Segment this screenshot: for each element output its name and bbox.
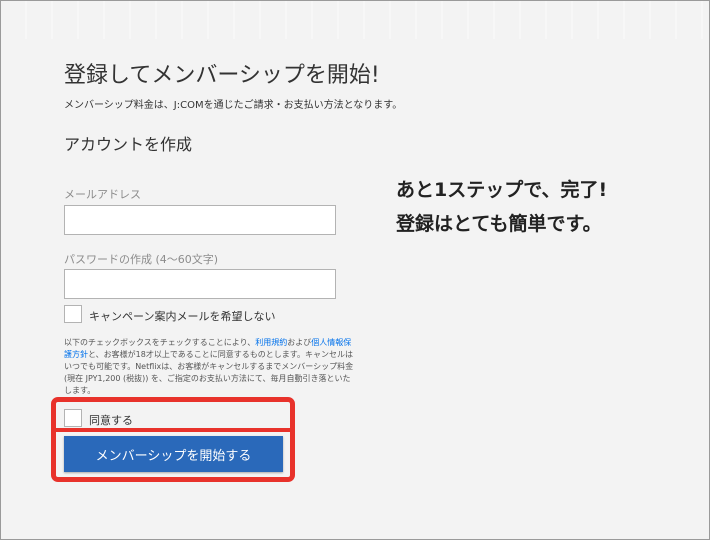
header-band [1,1,709,39]
agree-checkbox[interactable] [64,409,82,427]
campaign-optout-checkbox[interactable] [64,305,82,323]
password-label: パスワードの作成 (4〜60文字) [64,253,219,266]
legal-text-part: と、お客様が18才以上であることに同意するものとします。キャンセルはいつでも可能… [64,350,354,395]
terms-link[interactable]: 利用規約 [255,338,287,347]
section-title: アカウントを作成 [64,135,193,154]
callout-line: 登録はとても簡単です。 [396,213,602,235]
legal-text-part: 以下のチェックボックスをチェックすることにより、 [64,338,256,347]
start-membership-button[interactable]: メンバーシップを開始する [64,436,283,472]
page-title: 登録してメンバーシップを開始! [64,63,380,88]
agree-label: 同意する [89,414,133,427]
screenshot-frame: 登録してメンバーシップを開始! メンバーシップ料金は、J:COMを通じたご請求・… [0,0,710,540]
password-field[interactable] [64,269,336,299]
page-subtitle: メンバーシップ料金は、J:COMを通じたご請求・お支払い方法となります。 [64,100,403,111]
legal-text-part: および [287,338,312,347]
highlight-separator [56,428,290,432]
legal-text: 以下のチェックボックスをチェックすることにより、利用規約および個人情報保護方針と… [64,337,356,397]
email-field[interactable] [64,205,336,235]
campaign-optout-label: キャンペーン案内メールを希望しない [89,310,276,323]
callout-line: あと1ステップで、完了! [396,179,608,201]
callout-text: あと1ステップで、完了! 登録はとても簡単です。 [396,173,607,241]
email-label: メールアドレス [64,188,141,201]
